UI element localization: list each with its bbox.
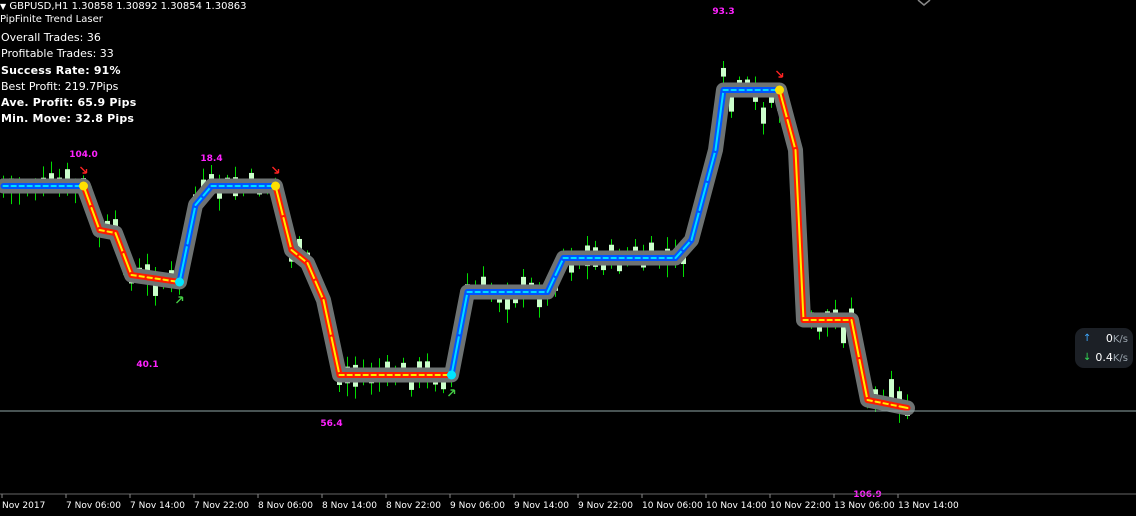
corner-chevron-icon	[917, 0, 931, 6]
overall-trades: Overall Trades: 36	[1, 31, 101, 44]
ave-profit: Ave. Profit: 65.9 Pips	[1, 96, 137, 109]
sell-arrow-icon	[272, 166, 280, 174]
sell-arrow-icon	[80, 166, 88, 174]
profit-annotation: 106.9	[853, 490, 881, 500]
buy-arrow-icon	[176, 296, 184, 304]
collapse-triangle-icon[interactable]: ▼	[0, 2, 6, 11]
x-tick-label: 10 Nov 14:00	[706, 501, 767, 511]
success-rate: Success Rate: 91%	[1, 64, 121, 77]
buy-signal-dot	[175, 277, 184, 287]
symbol-line: GBPUSD,H1 1.30858 1.30892 1.30854 1.3086…	[9, 1, 247, 12]
sell-signal-dot	[271, 181, 280, 191]
candle-body	[841, 324, 846, 344]
profit-annotation: 104.0	[69, 150, 97, 160]
indicator-name: PipFinite Trend Laser	[0, 14, 103, 25]
sell-signal-dot	[79, 181, 88, 191]
x-tick-label: Nov 2017	[2, 501, 45, 511]
sell-arrow-icon	[776, 70, 784, 78]
x-tick-label: 9 Nov 06:00	[450, 501, 505, 511]
price-chart[interactable]: 104.0 40.1 18.4 56.4 93.3 106.9 Nov 2017 7 Nov…	[0, 0, 1136, 516]
x-tick-label: 8 Nov 06:00	[258, 501, 313, 511]
buy-signal-dot	[447, 370, 456, 380]
profit-annotation: 40.1	[136, 360, 158, 370]
upload-value: 0	[1105, 332, 1113, 345]
x-tick-label: 10 Nov 22:00	[770, 501, 831, 511]
buy-arrow-icon	[448, 389, 456, 397]
sell-signal-dot	[775, 85, 784, 95]
min-move: Min. Move: 32.8 Pips	[1, 112, 135, 125]
profit-annotation: 56.4	[320, 419, 342, 429]
x-tick-label: 9 Nov 22:00	[578, 501, 633, 511]
x-tick-label: 7 Nov 22:00	[194, 501, 249, 511]
candle-body	[721, 67, 726, 77]
x-tick-label: 8 Nov 14:00	[322, 501, 377, 511]
x-tick-label: 13 Nov 06:00	[834, 501, 895, 511]
x-tick-label: 13 Nov 14:00	[898, 501, 959, 511]
x-tick-label: 7 Nov 14:00	[130, 501, 185, 511]
x-tick-label: 8 Nov 22:00	[386, 501, 441, 511]
symbol-header: ▼ GBPUSD,H1 1.30858 1.30892 1.30854 1.30…	[0, 1, 247, 12]
profit-annotation: 18.4	[200, 154, 222, 164]
x-tick-label: 9 Nov 14:00	[514, 501, 569, 511]
network-speed-widget: ↑ 0K/s ↓ 0.4K/s	[1075, 328, 1133, 368]
profitable-trades: Profitable Trades: 33	[1, 47, 114, 60]
profit-annotation: 93.3	[712, 7, 734, 17]
candle-body	[761, 107, 766, 124]
x-tick-label: 7 Nov 06:00	[66, 501, 121, 511]
download-unit: K/s	[1112, 353, 1128, 364]
upload-unit: K/s	[1112, 334, 1128, 345]
download-arrow-icon: ↓	[1083, 352, 1092, 363]
x-axis-ticks: Nov 2017 7 Nov 06:00 7 Nov 14:00 7 Nov 22:0…	[1, 494, 959, 511]
x-tick-label: 10 Nov 06:00	[642, 501, 703, 511]
upload-arrow-icon: ↑	[1083, 333, 1092, 344]
best-profit: Best Profit: 219.7Pips	[1, 80, 119, 93]
download-value: 0.4	[1095, 351, 1113, 364]
